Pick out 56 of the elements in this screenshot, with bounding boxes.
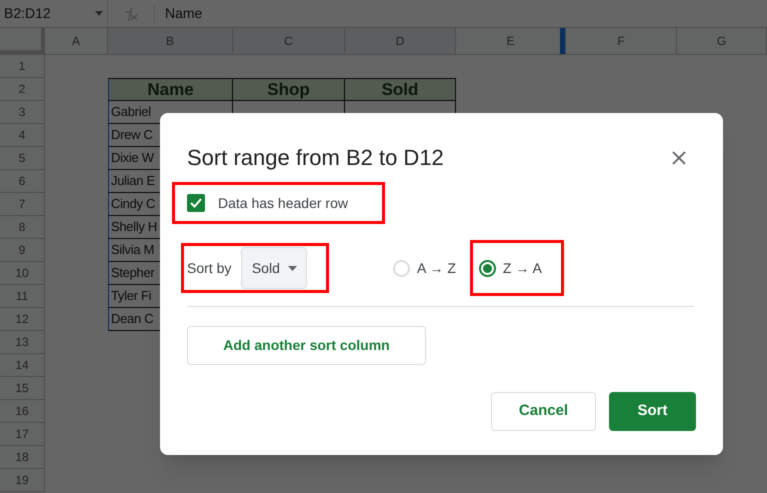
column-dropdown[interactable]: Sold xyxy=(241,247,308,289)
table-cell-text: Stepher xyxy=(111,264,154,282)
row-number[interactable]: 3 xyxy=(18,103,26,121)
row-number[interactable]: 9 xyxy=(18,241,26,259)
table-header-cell-text: Shop xyxy=(267,78,310,101)
table-cell-text: Cindy C xyxy=(111,195,156,214)
table-cell-text: Tyler Fi xyxy=(111,287,152,306)
row-number[interactable]: 10 xyxy=(15,264,29,282)
table-cell-text: Dixie W xyxy=(111,149,154,168)
column-header[interactable]: A xyxy=(72,32,80,50)
row-number[interactable]: 18 xyxy=(15,448,29,466)
checkbox[interactable] xyxy=(187,194,205,212)
row-number[interactable]: 6 xyxy=(18,172,26,190)
sort-order-option[interactable]: A → Z xyxy=(393,258,456,278)
row-number[interactable]: 14 xyxy=(15,356,29,374)
formula-text[interactable]: Name xyxy=(165,3,202,24)
row-number[interactable]: 19 xyxy=(15,471,29,489)
sort-by-label: Sort by xyxy=(187,258,232,278)
sort-button[interactable]: Sort xyxy=(609,392,696,431)
column-header[interactable]: B xyxy=(166,32,174,50)
add-sort-column-button[interactable]: Add another sort column xyxy=(187,326,426,365)
row-number[interactable]: 1 xyxy=(18,57,26,75)
row-number[interactable]: 13 xyxy=(15,333,29,351)
cancel-button[interactable]: Cancel xyxy=(491,392,596,431)
table-cell-text: Gabriel xyxy=(111,103,151,122)
table-cell-text: Julian E xyxy=(111,172,155,190)
row-number[interactable]: 2 xyxy=(18,80,26,98)
sort-order-option[interactable]: Z → A xyxy=(478,258,542,278)
column-header[interactable]: F xyxy=(617,32,625,50)
column-header[interactable]: E xyxy=(506,32,514,50)
checkbox-label[interactable]: Data has header row xyxy=(218,192,348,214)
row-number[interactable]: 7 xyxy=(18,195,26,213)
table-cell-text: Silvia M xyxy=(111,241,154,260)
row-number[interactable]: 15 xyxy=(15,379,29,397)
close-icon[interactable] xyxy=(672,150,686,164)
column-header[interactable]: G xyxy=(716,32,726,50)
column-resize-handle[interactable] xyxy=(560,28,565,54)
column-header[interactable]: C xyxy=(284,32,293,50)
radio-button[interactable] xyxy=(478,260,496,276)
table-cell-text: Dean C xyxy=(111,310,154,328)
row-number[interactable]: 12 xyxy=(15,310,29,328)
column-header[interactable]: D xyxy=(396,32,404,50)
dropdown-caret-icon xyxy=(95,11,103,16)
table-header-cell-text: Sold xyxy=(382,78,418,101)
table-cell-text: Drew C xyxy=(111,126,153,144)
table-header-cell-text: Name xyxy=(147,78,194,101)
row-number[interactable]: 16 xyxy=(15,402,29,420)
name-box[interactable]: B2:D12 xyxy=(4,3,51,24)
row-number[interactable]: 11 xyxy=(16,287,28,305)
row-number[interactable]: 17 xyxy=(15,425,29,443)
row-number[interactable]: 5 xyxy=(18,149,26,167)
dialog-title: Sort range from B2 to D12 xyxy=(187,144,444,172)
row-number[interactable]: 4 xyxy=(18,126,26,144)
caret-icon xyxy=(288,266,297,270)
table-cell-text: Shelly H xyxy=(111,218,158,236)
row-number[interactable]: 8 xyxy=(18,218,26,236)
